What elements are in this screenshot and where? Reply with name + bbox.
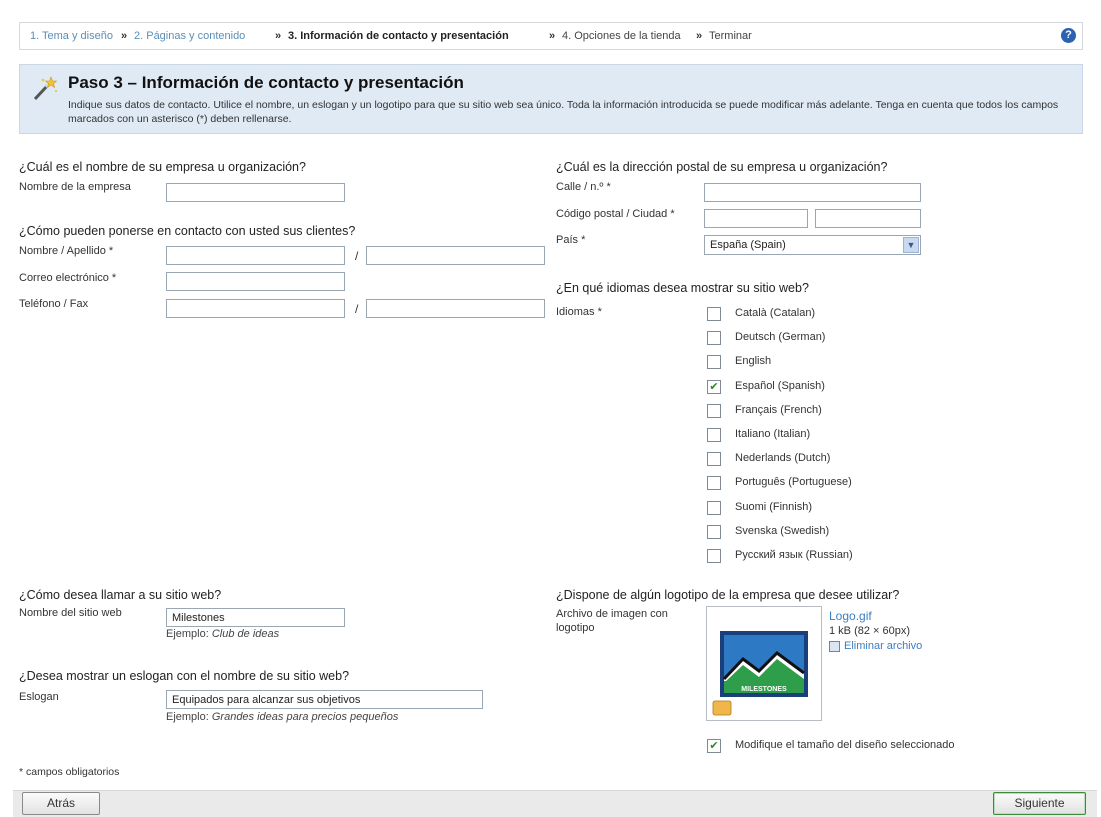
- language-label: Svenska (Swedish): [735, 525, 830, 537]
- fax-input[interactable]: [366, 299, 545, 318]
- language-checkbox[interactable]: [707, 331, 721, 345]
- language-checkbox[interactable]: [707, 355, 721, 369]
- breadcrumb-separator: »: [696, 30, 703, 42]
- language-label: Português (Portuguese): [735, 476, 852, 488]
- language-label: Suomi (Finnish): [735, 501, 813, 513]
- language-label: Русский язык (Russian): [735, 549, 853, 561]
- first-name-input[interactable]: [166, 246, 345, 265]
- language-label: Nederlands (Dutch): [735, 452, 831, 464]
- breadcrumb-separator: »: [549, 30, 556, 42]
- language-checkbox[interactable]: ✔: [707, 380, 721, 394]
- website-name-input[interactable]: [166, 608, 345, 627]
- delete-file-label: Eliminar archivo: [844, 640, 923, 652]
- website-name-label: Nombre del sitio web: [19, 607, 122, 619]
- breadcrumb-separator: »: [121, 30, 128, 42]
- language-checkbox[interactable]: [707, 549, 721, 563]
- company-name-input[interactable]: [166, 183, 345, 202]
- language-label: Deutsch (German): [735, 331, 826, 343]
- step-header: Paso 3 – Información de contacto y prese…: [19, 64, 1083, 134]
- language-label: Català (Catalan): [735, 307, 816, 319]
- logo-file-size: 1 kB (82 × 60px): [829, 625, 911, 637]
- chevron-down-icon[interactable]: ▼: [903, 237, 919, 253]
- languages-label: Idiomas *: [556, 306, 602, 318]
- languages-question: ¿En qué idiomas desea mostrar su sitio w…: [556, 281, 809, 295]
- page-title: Paso 3 – Información de contacto y prese…: [68, 73, 464, 92]
- bottom-bar: [13, 790, 1097, 817]
- folder-icon: [712, 700, 732, 716]
- breadcrumb-step-shop: 4. Opciones de la tienda: [562, 30, 681, 42]
- language-checkbox[interactable]: [707, 525, 721, 539]
- website-question: ¿Cómo desea llamar a su sitio web?: [19, 588, 222, 602]
- logo-image: MILESTONES: [712, 631, 808, 716]
- contact-question: ¿Cómo pueden ponerse en contacto con ust…: [19, 224, 356, 238]
- breadcrumb-step-finish: Terminar: [709, 30, 752, 42]
- language-label: Español (Spanish): [735, 380, 825, 392]
- delete-file-link[interactable]: Eliminar archivo: [829, 640, 922, 652]
- street-label: Calle / n.º *: [556, 181, 611, 193]
- last-name-input[interactable]: [366, 246, 545, 265]
- website-example: Ejemplo: Club de ideas: [166, 628, 280, 640]
- language-label: Français (French): [735, 404, 822, 416]
- language-checkbox[interactable]: [707, 428, 721, 442]
- breadcrumb: 1. Tema y diseño » 2. Páginas y contenid…: [19, 22, 1083, 50]
- page-description: Indique sus datos de contacto. Utilice e…: [68, 99, 1059, 125]
- language-checkbox[interactable]: [707, 307, 721, 321]
- breadcrumb-separator: »: [275, 30, 282, 42]
- logo-preview: MILESTONES: [706, 606, 822, 721]
- name-separator: /: [355, 249, 359, 263]
- language-checkbox[interactable]: [707, 501, 721, 515]
- company-name-label: Nombre de la empresa: [19, 181, 131, 193]
- address-question: ¿Cuál es la dirección postal de su empre…: [556, 160, 888, 174]
- phone-separator: /: [355, 302, 359, 316]
- language-label: English: [735, 355, 772, 367]
- slogan-input[interactable]: [166, 690, 483, 709]
- phone-input[interactable]: [166, 299, 345, 318]
- slogan-label: Eslogan: [19, 691, 59, 703]
- slogan-question: ¿Desea mostrar un eslogan con el nombre …: [19, 669, 350, 683]
- breadcrumb-step-pages[interactable]: 2. Páginas y contenido: [134, 30, 245, 42]
- email-label: Correo electrónico *: [19, 272, 117, 284]
- country-select[interactable]: España (Spain) ▼: [704, 235, 921, 255]
- postal-city-label: Código postal / Ciudad *: [556, 208, 675, 220]
- resize-design-label: Modifique el tamaño del diseño seleccion…: [735, 739, 955, 751]
- city-input[interactable]: [815, 209, 921, 228]
- next-button[interactable]: Siguiente: [993, 792, 1086, 815]
- help-icon[interactable]: ?: [1061, 28, 1076, 43]
- breadcrumb-step-theme[interactable]: 1. Tema y diseño: [30, 30, 113, 42]
- postal-code-input[interactable]: [704, 209, 808, 228]
- logo-lettering: MILESTONES: [741, 686, 787, 693]
- logo-file-name[interactable]: Logo.gif: [829, 609, 872, 623]
- street-input[interactable]: [704, 183, 921, 202]
- language-checkbox[interactable]: [707, 476, 721, 490]
- language-checkbox[interactable]: [707, 452, 721, 466]
- country-select-value: España (Spain): [710, 239, 786, 251]
- language-checkbox[interactable]: [707, 404, 721, 418]
- slogan-example: Ejemplo: Grandes ideas para precios pequ…: [166, 711, 399, 723]
- contact-name-label: Nombre / Apellido *: [19, 245, 114, 257]
- phone-label: Teléfono / Fax: [19, 298, 89, 310]
- back-button[interactable]: Atrás: [22, 792, 100, 815]
- company-question: ¿Cuál es el nombre de su empresa u organ…: [19, 160, 306, 174]
- email-field[interactable]: [166, 272, 345, 291]
- magic-wand-icon: [33, 76, 58, 101]
- language-label: Italiano (Italian): [735, 428, 811, 440]
- logo-question: ¿Dispone de algún logotipo de la empresa…: [556, 588, 900, 602]
- breadcrumb-step-contact: 3. Información de contacto y presentació…: [288, 30, 509, 42]
- resize-design-checkbox[interactable]: ✔: [707, 739, 721, 753]
- logo-file-label: Archivo de imagen con logotipo: [556, 608, 668, 634]
- required-fields-note: * campos obligatorios: [19, 766, 120, 778]
- delete-icon: [829, 640, 840, 652]
- country-label: País *: [556, 234, 586, 246]
